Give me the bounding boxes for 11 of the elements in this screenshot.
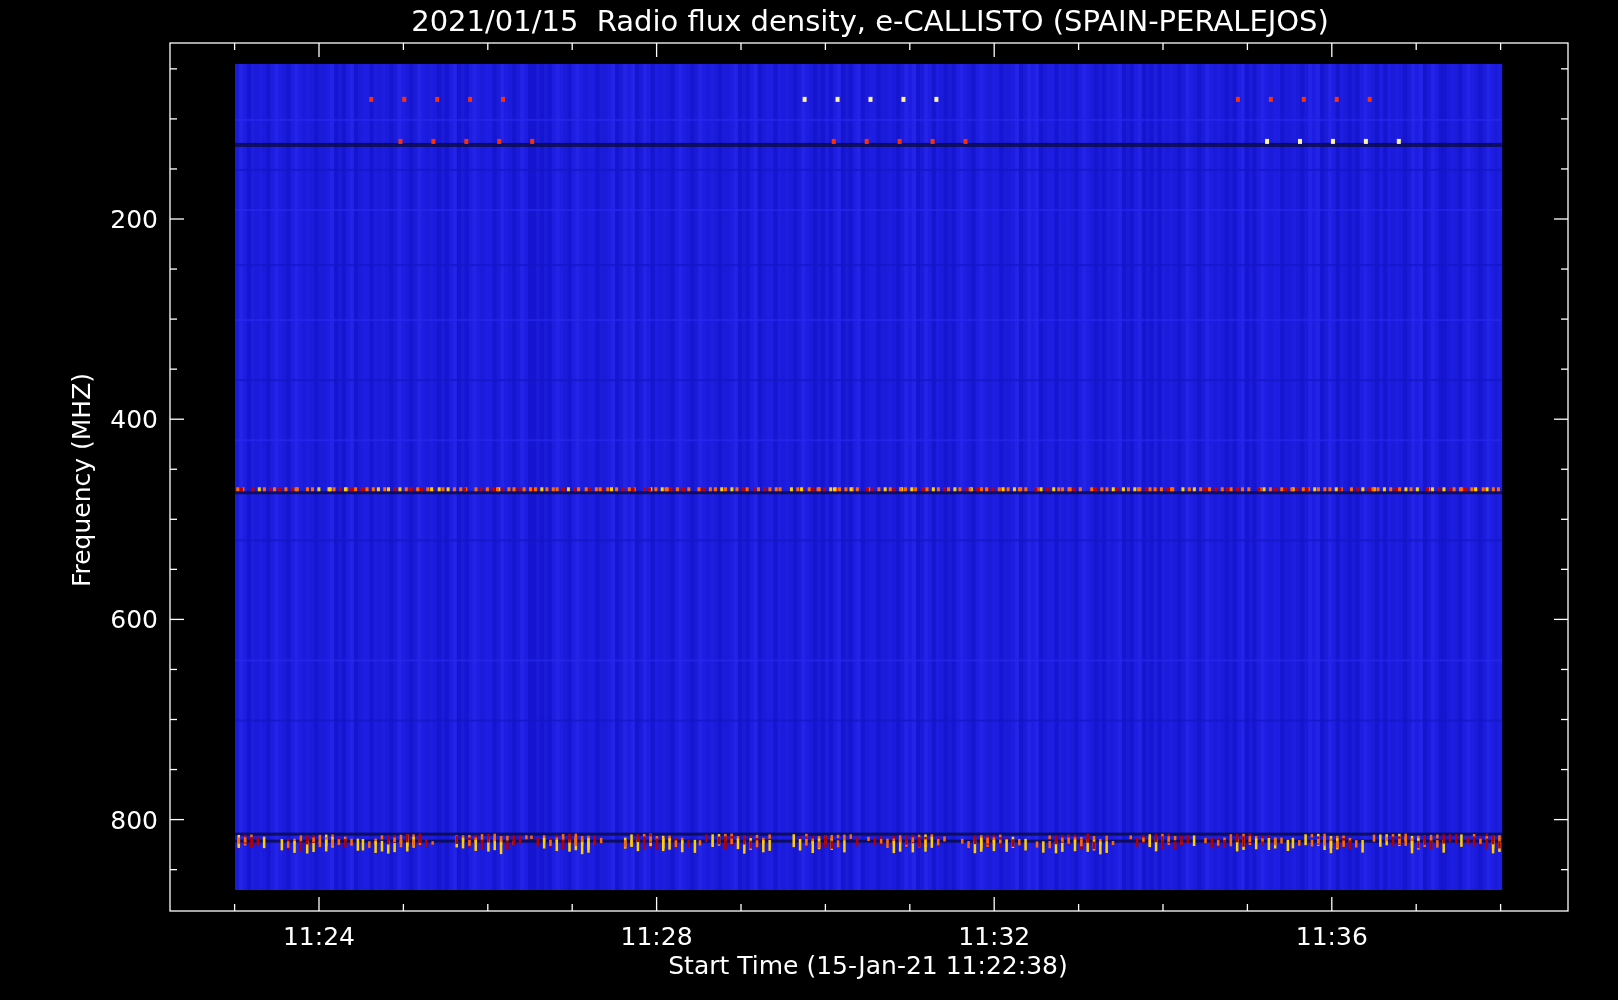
y-tick-label: 200 [110, 205, 158, 234]
x-tick-label: 11:28 [620, 922, 693, 951]
y-tick-label: 400 [110, 405, 158, 435]
chart-title: 2021/01/15 Radio flux density, e-CALLISTO (SPAIN-PERALEJOS) [411, 4, 1329, 38]
x-tick-label: 11:32 [958, 922, 1031, 951]
y-axis-label: Frequency (MHZ) [67, 372, 96, 588]
x-tick-label: 11:24 [283, 922, 355, 951]
y-tick-label: 600 [110, 605, 158, 635]
x-axis-label: Start Time (15-Jan-21 11:22:38) [668, 951, 1068, 980]
x-tick-label: 11:36 [1295, 922, 1368, 951]
y-tick-label: 800 [110, 805, 158, 835]
